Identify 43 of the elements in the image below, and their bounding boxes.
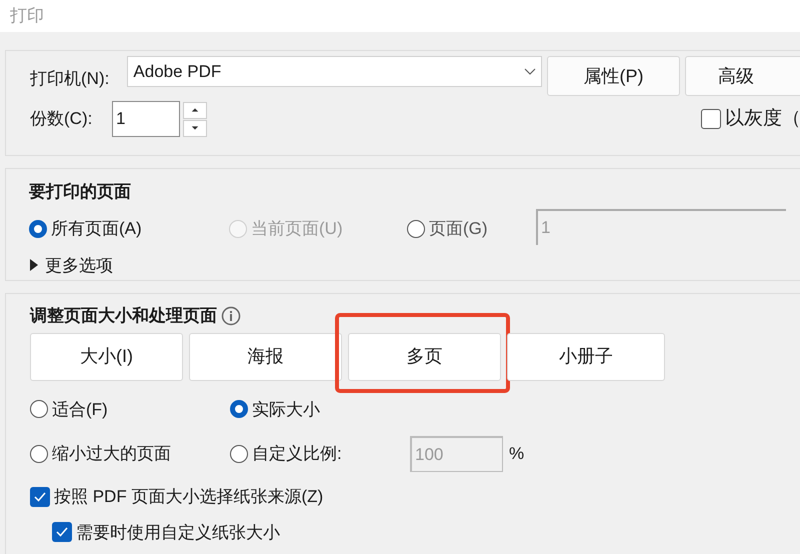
checkbox[interactable] <box>52 522 72 542</box>
field-label: 份数(C): <box>30 108 94 130</box>
radio-label: 页面(G) <box>429 218 488 240</box>
properties-button[interactable]: 属性(P) <box>547 56 680 96</box>
field-label: 打印机(N): <box>30 68 110 90</box>
advanced-button[interactable]: 高级 <box>684 56 800 96</box>
spinner-up-button[interactable] <box>183 102 207 118</box>
checkmark-icon <box>34 492 46 502</box>
radio-label: 当前页面(U) <box>251 218 343 240</box>
radio-label: 所有页面(A) <box>51 218 142 240</box>
radio-label: 缩小过大的页面 <box>52 443 171 466</box>
checkbox[interactable] <box>701 109 721 129</box>
radio-label: 实际大小 <box>252 398 320 420</box>
radio-button[interactable] <box>230 400 248 418</box>
triangle-down-icon <box>190 124 200 132</box>
info-icon[interactable] <box>221 306 241 326</box>
window-title: 打印 <box>10 5 44 28</box>
radio-label: 适合(F) <box>52 398 108 420</box>
triangle-up-icon <box>190 106 200 114</box>
radio-button[interactable] <box>30 445 48 463</box>
radio-label: 自定义比例: <box>252 443 342 466</box>
radio-button[interactable] <box>407 220 425 238</box>
expand-triangle-icon <box>29 259 39 272</box>
radio-button[interactable] <box>29 220 47 238</box>
mode-button[interactable]: 大小(I) <box>30 332 183 380</box>
radio-button[interactable] <box>230 445 248 463</box>
mode-button[interactable]: 多页 <box>348 332 501 380</box>
checkbox-label: 需要时使用自定义纸张大小 <box>76 522 280 544</box>
checkmark-icon <box>56 527 68 538</box>
checkbox-label: 按照 PDF 页面大小选择纸张来源(Z) <box>54 486 324 508</box>
spinner-down-button[interactable] <box>183 120 207 136</box>
mode-button[interactable]: 小册子 <box>507 332 665 380</box>
checkbox-label: 以灰度（ <box>725 106 800 131</box>
more-options-toggle[interactable]: 更多选项 <box>29 252 113 278</box>
unit-label: % <box>509 443 524 466</box>
printer-dropdown[interactable]: Adobe PDF <box>127 56 542 87</box>
copies-field[interactable]: 1 <box>112 101 180 137</box>
chevron-down-icon <box>524 68 536 76</box>
section-title: 调整页面大小和处理页面 <box>30 305 217 327</box>
section-title: 要打印的页面 <box>29 181 131 203</box>
radio-button[interactable] <box>30 400 48 418</box>
checkbox[interactable] <box>30 486 50 507</box>
mode-button[interactable]: 海报 <box>189 332 342 380</box>
